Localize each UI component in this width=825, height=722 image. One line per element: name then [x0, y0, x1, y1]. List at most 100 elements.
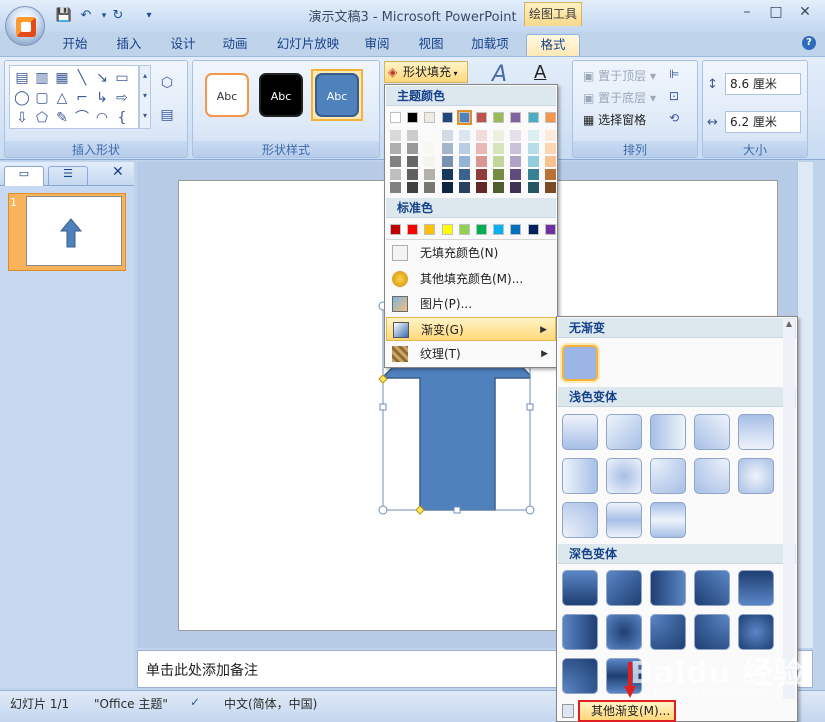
theme-shade-swatch[interactable] — [458, 130, 470, 141]
light-gradient-tile[interactable] — [562, 458, 598, 494]
theme-shade-swatch[interactable] — [510, 143, 522, 154]
dark-gradient-tile[interactable] — [694, 570, 730, 606]
theme-color-swatch[interactable] — [390, 112, 401, 123]
textbox-icon[interactable]: ▤ — [157, 105, 177, 125]
standard-color-swatch[interactable] — [493, 224, 505, 235]
tab-design[interactable]: 设计 — [160, 34, 206, 56]
theme-shade-swatch[interactable] — [441, 143, 453, 154]
rotated-textbox-icon[interactable]: ▦ — [52, 68, 72, 88]
theme-shade-swatch[interactable] — [424, 182, 436, 193]
theme-shade-swatch[interactable] — [510, 130, 522, 141]
tab-home[interactable]: 开始 — [52, 34, 98, 56]
dark-gradient-tile[interactable] — [606, 614, 642, 650]
standard-color-swatch[interactable] — [527, 224, 539, 235]
light-gradient-tile[interactable] — [562, 502, 598, 538]
close-pane-icon[interactable]: ✕ — [112, 164, 124, 180]
rotate-icon[interactable]: ⟲ — [669, 111, 679, 125]
light-gradient-tile[interactable] — [606, 414, 642, 450]
theme-shade-swatch[interactable] — [476, 156, 487, 167]
brace-shape-icon[interactable]: { — [112, 108, 132, 128]
light-gradient-tile[interactable] — [650, 502, 686, 538]
theme-shade-swatch[interactable] — [407, 156, 419, 167]
theme-shade-swatch[interactable] — [544, 169, 556, 180]
spellcheck-icon[interactable]: ✓ — [190, 695, 200, 709]
light-gradient-tile[interactable] — [650, 414, 686, 450]
theme-shade-swatch[interactable] — [441, 130, 453, 141]
height-input[interactable]: 8.6 厘米 — [725, 73, 801, 95]
theme-shade-swatch[interactable] — [424, 169, 436, 180]
help-icon[interactable]: ? — [802, 36, 816, 50]
textbox-shape-icon[interactable]: ▤ — [12, 68, 32, 88]
text-fill-icon[interactable]: A — [534, 62, 546, 83]
tab-animation[interactable]: 动画 — [212, 34, 258, 56]
standard-color-swatch[interactable] — [390, 224, 401, 235]
dark-gradient-tile[interactable] — [738, 570, 774, 606]
curve-shape-icon[interactable]: ⌒ — [72, 108, 92, 128]
tab-format[interactable]: 格式 — [526, 34, 580, 56]
elbow-connector-icon[interactable]: ⌐ — [72, 88, 92, 108]
tab-review[interactable]: 审阅 — [354, 34, 400, 56]
dark-gradient-tile[interactable] — [606, 570, 642, 606]
standard-color-swatch[interactable] — [458, 224, 470, 235]
gradient-item[interactable]: 渐变(G) ▶ — [386, 317, 556, 341]
arc-shape-icon[interactable]: ◠ — [92, 108, 112, 128]
theme-shade-swatch[interactable] — [510, 156, 522, 167]
theme-color-swatch[interactable] — [456, 110, 472, 125]
gradient-scrollbar[interactable]: ▲ — [783, 319, 795, 699]
maximize-icon[interactable]: □ — [762, 4, 790, 24]
selection-pane-button[interactable]: ▦ 选择窗格 — [583, 111, 646, 128]
theme-shade-swatch[interactable] — [493, 182, 505, 193]
no-gradient-tile[interactable] — [562, 345, 598, 381]
dark-gradient-tile[interactable] — [562, 614, 598, 650]
minimize-icon[interactable]: – — [733, 4, 761, 24]
theme-shade-swatch[interactable] — [544, 130, 556, 141]
width-input[interactable]: 6.2 厘米 — [725, 111, 801, 133]
tab-insert[interactable]: 插入 — [106, 34, 152, 56]
slides-tab-icon[interactable]: ▭ — [4, 166, 44, 186]
light-gradient-tile[interactable] — [738, 414, 774, 450]
theme-shade-swatch[interactable] — [458, 169, 470, 180]
close-icon[interactable]: ✕ — [791, 4, 819, 24]
theme-shade-swatch[interactable] — [390, 182, 401, 193]
tab-slideshow[interactable]: 幻灯片放映 — [268, 34, 348, 56]
light-gradient-tile[interactable] — [606, 502, 642, 538]
light-gradient-tile[interactable] — [606, 458, 642, 494]
standard-color-swatch[interactable] — [544, 224, 556, 235]
theme-shade-swatch[interactable] — [424, 156, 436, 167]
tab-addins[interactable]: 加载项 — [462, 34, 518, 56]
standard-color-swatch[interactable] — [476, 224, 487, 235]
rectangle-shape-icon[interactable]: ▭ — [112, 68, 132, 88]
freeform-icon[interactable]: ✎ — [52, 108, 72, 128]
dark-gradient-tile[interactable] — [650, 614, 686, 650]
theme-shade-swatch[interactable] — [424, 130, 436, 141]
theme-shade-swatch[interactable] — [544, 156, 556, 167]
pentagon-shape-icon[interactable]: ⬠ — [32, 108, 52, 128]
line-shape-icon[interactable]: ╲ — [72, 68, 92, 88]
group-icon[interactable]: ⊡ — [669, 89, 679, 103]
style-blue-fill[interactable]: Abc — [315, 73, 359, 117]
style-black-fill[interactable]: Abc — [259, 73, 303, 117]
theme-shade-swatch[interactable] — [493, 130, 505, 141]
picture-fill-item[interactable]: 图片(P)... — [386, 292, 556, 316]
elbow-arrow-icon[interactable]: ↳ — [92, 88, 112, 108]
light-gradient-tile[interactable] — [738, 458, 774, 494]
theme-shade-swatch[interactable] — [441, 156, 453, 167]
theme-shade-swatch[interactable] — [441, 182, 453, 193]
standard-color-swatch[interactable] — [510, 224, 522, 235]
light-gradient-tile[interactable] — [650, 458, 686, 494]
theme-shade-swatch[interactable] — [390, 143, 401, 154]
tab-view[interactable]: 视图 — [408, 34, 454, 56]
theme-shade-swatch[interactable] — [390, 169, 401, 180]
standard-color-swatch[interactable] — [424, 224, 436, 235]
theme-color-swatch[interactable] — [510, 112, 522, 123]
right-arrow-shape-icon[interactable]: ⇨ — [112, 88, 132, 108]
style-orange-outline[interactable]: Abc — [205, 73, 249, 117]
light-gradient-tile[interactable] — [694, 414, 730, 450]
more-gradients-item[interactable]: 其他渐变(M)... — [562, 700, 676, 722]
theme-color-swatch[interactable] — [527, 112, 539, 123]
theme-color-swatch[interactable] — [441, 112, 453, 123]
theme-shade-swatch[interactable] — [441, 169, 453, 180]
arrow-line-icon[interactable]: ↘ — [92, 68, 112, 88]
more-fill-colors-item[interactable]: 其他填充颜色(M)... — [386, 267, 556, 291]
theme-shade-swatch[interactable] — [493, 156, 505, 167]
